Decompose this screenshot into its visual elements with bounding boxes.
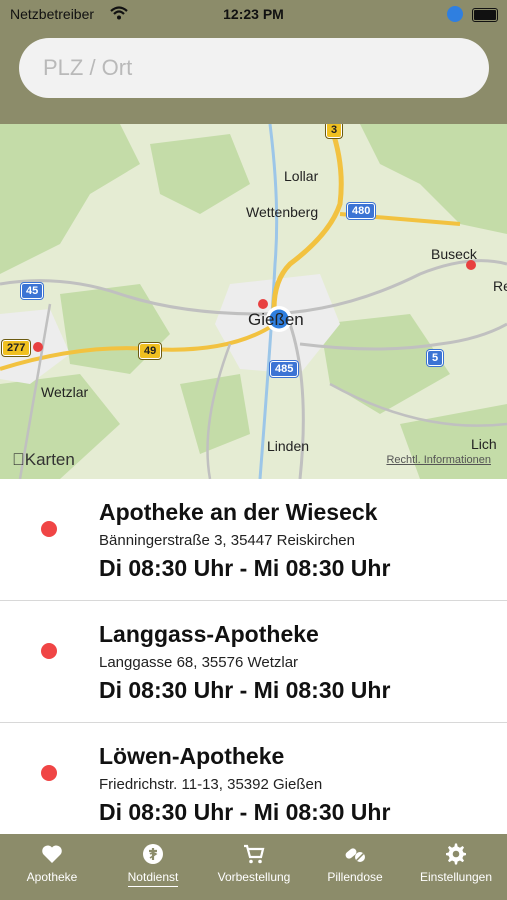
place-label-linden: Linden (267, 438, 310, 454)
list-item[interactable]: Apotheke an der Wieseck Bänningerstraße … (0, 479, 507, 601)
pharmacy-hours: Di 08:30 Uhr - Mi 08:30 Uhr (99, 677, 391, 703)
pharmacy-hours: Di 08:30 Uhr - Mi 08:30 Uhr (99, 555, 391, 581)
tab-vorbestellung[interactable]: Vorbestellung (208, 834, 300, 900)
tab-label: Einstellungen (419, 870, 493, 884)
tab-label: Apotheke (26, 870, 78, 884)
road-shield-a3: 3 (326, 124, 343, 138)
list-item[interactable]: Langgass-Apotheke Langgasse 68, 35576 We… (0, 601, 507, 723)
legal-info-link[interactable]: Rechtl. Informationen (386, 454, 491, 466)
tab-apotheke[interactable]: Apotheke (14, 834, 90, 900)
tab-label: Pillendose (327, 870, 383, 884)
battery-icon (472, 8, 498, 22)
tab-bar: Apotheke Notdienst Vorbestellung Pillend… (0, 834, 507, 900)
place-label-lich: Lich (471, 436, 497, 452)
maps-attribution: Karten (12, 450, 75, 469)
map-canvas (0, 124, 507, 479)
road-shield-480: 480 (347, 203, 376, 219)
list-item[interactable]: Löwen-Apotheke Friedrichstr. 11-13, 3539… (0, 723, 507, 834)
place-label-giessen: Gießen (248, 310, 304, 329)
map-view[interactable]: Lollar Wettenberg Buseck Gießen Wetzlar … (0, 124, 507, 479)
pharmacy-name: Apotheke an der Wieseck (99, 499, 378, 525)
place-label-wettenberg: Wettenberg (246, 204, 319, 220)
pharmacy-address: Friedrichstr. 11-13, 35392 Gießen (99, 776, 323, 793)
pharmacy-name: Löwen-Apotheke (99, 743, 285, 769)
road-shield-45: 45 (21, 283, 44, 299)
location-services-icon (447, 6, 463, 22)
pharmacy-name: Langgass-Apotheke (99, 621, 319, 647)
tab-label: Notdienst (127, 870, 179, 887)
search-input[interactable] (19, 38, 489, 98)
place-label-lollar: Lollar (284, 168, 319, 184)
status-dot-icon (41, 643, 57, 659)
road-shield-485: 485 (270, 361, 299, 377)
gear-icon (446, 843, 466, 865)
tab-einstellungen[interactable]: Einstellungen (412, 834, 500, 900)
tab-pillendose[interactable]: Pillendose (318, 834, 392, 900)
place-label-buseck: Buseck (431, 246, 477, 262)
apple-logo-icon:  (12, 450, 25, 469)
status-dot-icon (41, 521, 57, 537)
header (0, 28, 507, 124)
status-bar: Netzbetreiber 12:23 PM (0, 0, 507, 28)
place-label-re: Re (493, 278, 507, 294)
road-shield-277: 277 (2, 340, 31, 356)
pharmacy-list[interactable]: Apotheke an der Wieseck Bänningerstraße … (0, 479, 507, 834)
road-shield-5: 5 (427, 350, 444, 366)
cart-icon (244, 844, 265, 864)
pharmacy-hours: Di 08:30 Uhr - Mi 08:30 Uhr (99, 799, 391, 825)
emergency-icon (143, 844, 163, 864)
pills-icon (345, 848, 365, 862)
clock: 12:23 PM (223, 6, 284, 22)
pharmacy-address: Langgasse 68, 35576 Wetzlar (99, 654, 299, 671)
heart-icon (42, 845, 62, 863)
tab-notdienst[interactable]: Notdienst (113, 834, 193, 900)
tab-label: Vorbestellung (217, 870, 291, 884)
pharmacy-address: Bänningerstraße 3, 35447 Reiskirchen (99, 532, 355, 549)
status-dot-icon (41, 765, 57, 781)
place-label-wetzlar: Wetzlar (41, 384, 89, 400)
road-shield-49: 49 (139, 343, 162, 359)
